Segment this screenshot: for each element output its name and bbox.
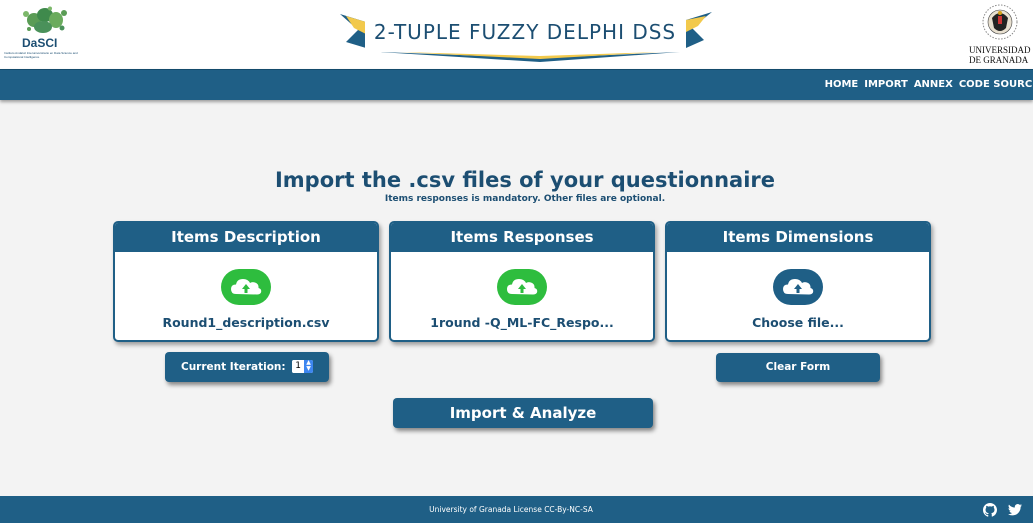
panel-title: Items Responses [391, 223, 653, 252]
dasci-logo[interactable]: DaSCI Instituto Andaluz Interuniversitar… [4, 4, 88, 66]
current-iteration-control: Current Iteration: 1 ▲ ▼ [165, 352, 329, 382]
upload-dimensions-button[interactable] [773, 269, 823, 305]
nav-annex[interactable]: ANNEX [914, 79, 953, 90]
dasci-logo-name: DaSCI [22, 36, 58, 50]
dasci-logo-graphic [23, 6, 67, 33]
ugr-logo-line2: DE GRANADA [969, 55, 1029, 65]
import-analyze-button[interactable]: Import & Analyze [393, 398, 653, 428]
nav-code-source[interactable]: CODE SOURCE [959, 79, 1033, 90]
responses-file-name: 1round -Q_ML-FC_Respo... [430, 315, 614, 330]
ugr-logo-text: UNIVERSIDAD DE GRANADA [969, 45, 1031, 65]
items-dimensions-panel: Items Dimensions Choose file... [665, 221, 931, 342]
items-description-panel: Items Description Round1_description.csv [113, 221, 379, 342]
panel-title: Items Description [115, 223, 377, 252]
app-title: 2-TUPLE FUZZY DELPHI DSS [365, 14, 685, 50]
iteration-select[interactable]: 1 ▲ ▼ [292, 359, 314, 373]
ugr-crest-icon [982, 4, 1018, 40]
github-icon[interactable] [983, 503, 997, 517]
footer: University of Granada License CC-By-NC-S… [0, 496, 1033, 523]
header: DaSCI Instituto Andaluz Interuniversitar… [0, 0, 1033, 69]
ugr-logo-line1: UNIVERSIDAD [969, 45, 1031, 55]
twitter-icon[interactable] [1008, 503, 1022, 517]
nav-home[interactable]: HOME [825, 79, 859, 90]
nav-links: HOME IMPORT ANNEX CODE SOURCE [825, 79, 1033, 90]
page-title: Import the .csv files of your questionna… [274, 168, 775, 192]
panel-title: Items Dimensions [667, 223, 929, 252]
upload-responses-button[interactable] [497, 269, 547, 305]
upload-description-button[interactable] [221, 269, 271, 305]
iteration-value: 1 [292, 359, 305, 373]
description-file-name: Round1_description.csv [162, 315, 330, 330]
iteration-label: Current Iteration: [180, 361, 286, 373]
footer-license: University of Granada License CC-By-NC-S… [429, 505, 593, 514]
clear-form-button[interactable]: Clear Form [716, 353, 880, 382]
nav-import[interactable]: IMPORT [864, 79, 908, 90]
items-responses-panel: Items Responses 1round -Q_ML-FC_Respo... [389, 221, 655, 342]
page-subtitle: Items responses is mandatory. Other file… [384, 194, 666, 204]
cloud-upload-icon [783, 279, 814, 295]
updown-arrow-icon: ▲ ▼ [304, 359, 314, 373]
dasci-logo-subtitle: Instituto Andaluz Interuniversitario en … [4, 51, 78, 59]
main-navbar: HOME IMPORT ANNEX CODE SOURCE [0, 69, 1033, 100]
cloud-upload-icon [231, 279, 262, 295]
dimensions-file-name: Choose file... [752, 315, 844, 330]
cloud-upload-icon [507, 279, 538, 295]
